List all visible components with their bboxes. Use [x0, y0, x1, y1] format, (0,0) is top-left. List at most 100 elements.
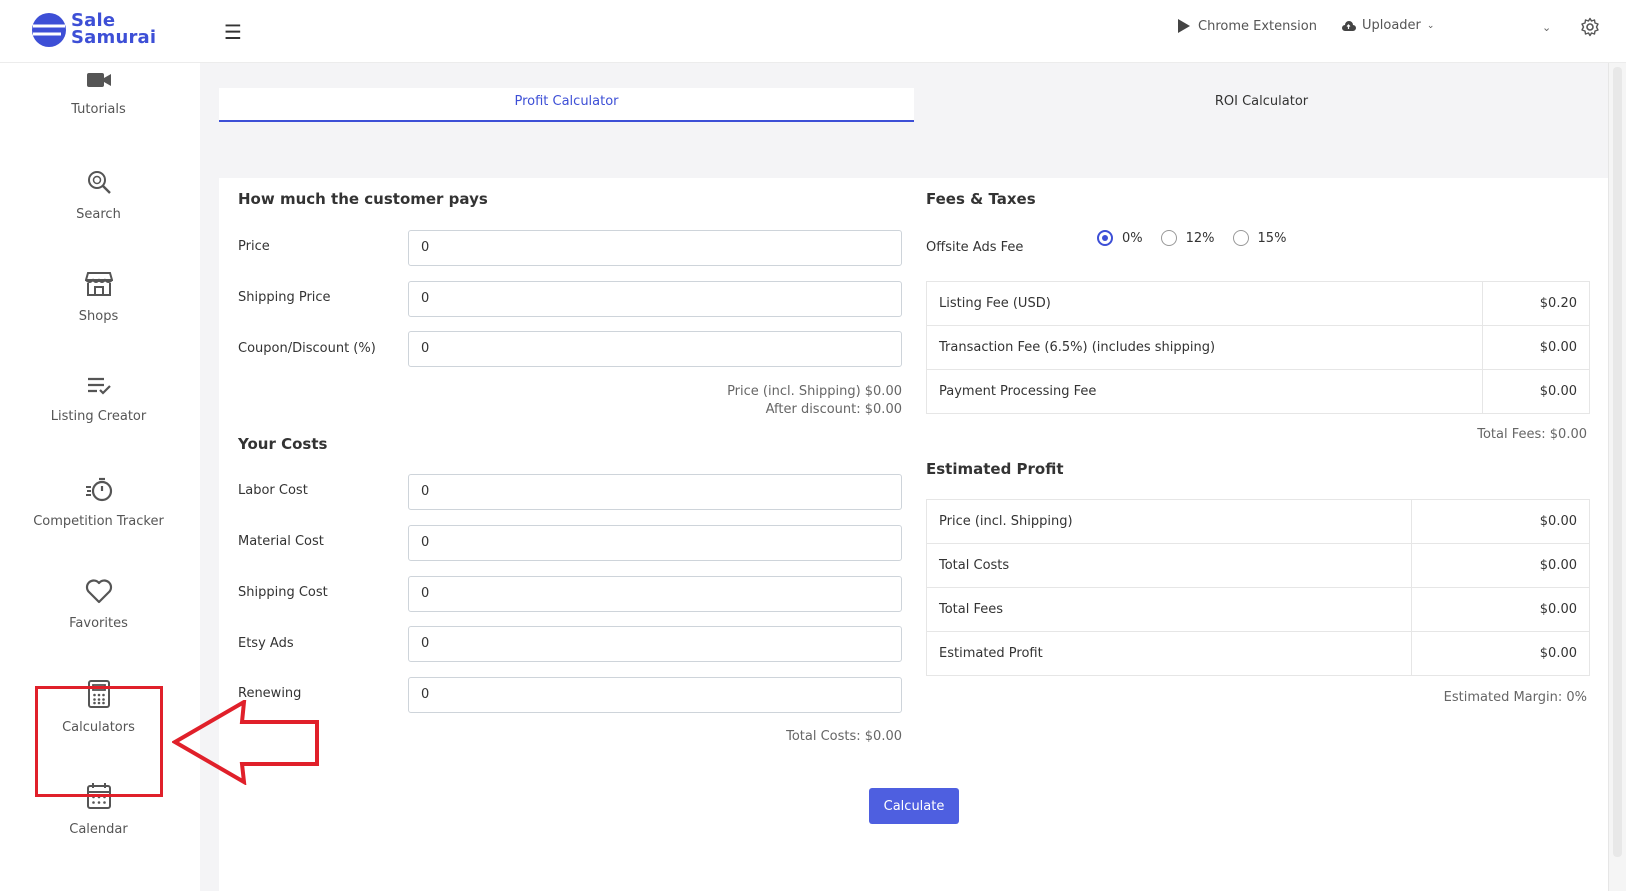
- sidebar-item-label: Calculators: [62, 720, 135, 735]
- uploader-dropdown[interactable]: Uploader ⌄: [1341, 18, 1434, 33]
- sidebar-item-competition-tracker[interactable]: Competition Tracker: [0, 476, 197, 529]
- table-row: Payment Processing Fee $0.00: [926, 369, 1590, 414]
- sidebar-item-listing-creator[interactable]: Listing Creator: [0, 375, 197, 424]
- profit-value: $0.00: [1411, 499, 1590, 544]
- offsite-option-12[interactable]: 12%: [1160, 230, 1215, 246]
- list-check-icon: [87, 377, 111, 395]
- video-camera-icon: [86, 73, 111, 87]
- renewing-label: Renewing: [238, 686, 302, 701]
- profit-label: Total Costs: [926, 543, 1412, 588]
- offsite-ads-fee-options: 0% 12% 15%: [1097, 230, 1304, 246]
- labor-cost-label: Labor Cost: [238, 483, 308, 498]
- vertical-scrollbar[interactable]: [1608, 63, 1626, 891]
- after-discount-summary: After discount: $0.00: [765, 402, 902, 417]
- calculator-icon: [87, 680, 110, 708]
- sidebar: Tutorials Search Shops Listing Creator C…: [0, 63, 207, 891]
- your-costs-title: Your Costs: [238, 435, 328, 453]
- shipping-cost-label: Shipping Cost: [238, 585, 328, 600]
- sidebar-item-shops[interactable]: Shops: [0, 271, 197, 324]
- profit-value: $0.00: [1411, 631, 1590, 676]
- sidebar-divider: [200, 63, 208, 891]
- price-incl-shipping-summary: Price (incl. Shipping) $0.00: [727, 384, 902, 399]
- labor-cost-input[interactable]: 0: [408, 474, 902, 510]
- logo-mark-icon: [32, 13, 66, 47]
- tab-roi-calculator[interactable]: ROI Calculator: [914, 88, 1609, 122]
- price-label: Price: [238, 239, 270, 254]
- etsy-ads-label: Etsy Ads: [238, 636, 294, 651]
- estimated-profit-title: Estimated Profit: [926, 460, 1064, 478]
- radio-label: 15%: [1257, 230, 1287, 246]
- radio-label: 0%: [1122, 230, 1143, 246]
- sidebar-item-label: Search: [76, 207, 121, 222]
- menu-toggle-icon[interactable]: ☰: [224, 20, 242, 44]
- chevron-down-icon: ⌄: [1426, 20, 1435, 31]
- scrollbar-thumb[interactable]: [1613, 67, 1622, 857]
- sidebar-item-label: Competition Tracker: [33, 514, 164, 529]
- profit-table: Price (incl. Shipping) $0.00 Total Costs $…: [926, 499, 1590, 676]
- renewing-input[interactable]: 0: [408, 677, 902, 713]
- radio-0-percent[interactable]: [1097, 230, 1113, 246]
- customer-pays-title: How much the customer pays: [238, 190, 488, 208]
- shipping-price-label: Shipping Price: [238, 290, 331, 305]
- radio-12-percent[interactable]: [1160, 230, 1177, 246]
- fee-label: Listing Fee (USD): [926, 281, 1483, 326]
- calculator-tabs: Profit Calculator ROI Calculator: [219, 88, 1609, 122]
- table-row: Transaction Fee (6.5%) (includes shippin…: [926, 325, 1590, 370]
- shipping-price-input[interactable]: 0: [408, 281, 902, 317]
- sidebar-item-label: Calendar: [69, 822, 128, 837]
- profit-value: $0.00: [1411, 587, 1590, 632]
- table-row: Estimated Profit $0.00: [926, 631, 1590, 676]
- top-header: Sale Samurai ☰ Chrome Extension Uploader…: [0, 0, 1626, 63]
- etsy-ads-input[interactable]: 0: [408, 626, 902, 662]
- material-cost-input[interactable]: 0: [408, 525, 902, 561]
- search-icon: [87, 171, 111, 194]
- sidebar-item-search[interactable]: Search: [0, 169, 197, 222]
- profit-label: Price (incl. Shipping): [926, 499, 1412, 544]
- stopwatch-icon: [85, 477, 112, 502]
- table-row: Total Costs $0.00: [926, 543, 1590, 588]
- calculator-card: How much the customer pays Price 0 Shipp…: [219, 178, 1609, 891]
- tab-profit-calculator[interactable]: Profit Calculator: [219, 88, 914, 122]
- gear-icon[interactable]: [1580, 17, 1600, 41]
- store-icon: [84, 272, 113, 296]
- sale-samurai-logo[interactable]: Sale Samurai: [31, 12, 171, 50]
- cloud-upload-icon: [1342, 20, 1356, 31]
- calendar-icon: [86, 783, 111, 809]
- fee-value: $0.00: [1482, 325, 1590, 370]
- coupon-discount-input[interactable]: 0: [408, 331, 902, 367]
- chrome-extension-link[interactable]: Chrome Extension: [1176, 18, 1317, 34]
- sidebar-item-label: Listing Creator: [50, 409, 147, 424]
- sidebar-item-favorites[interactable]: Favorites: [0, 578, 197, 631]
- offsite-option-0[interactable]: 0%: [1097, 230, 1143, 246]
- fees-table: Listing Fee (USD) $0.20 Transaction Fee (…: [926, 281, 1590, 414]
- sidebar-item-label: Tutorials: [71, 102, 126, 117]
- total-fees-summary: Total Fees: $0.00: [1477, 427, 1587, 442]
- fees-taxes-title: Fees & Taxes: [926, 190, 1036, 208]
- sidebar-item-calendar[interactable]: Calendar: [0, 782, 197, 837]
- sidebar-item-calculators[interactable]: Calculators: [0, 680, 197, 735]
- uploader-label: Uploader: [1362, 18, 1421, 33]
- shipping-cost-input[interactable]: 0: [408, 576, 902, 612]
- total-costs-summary: Total Costs: $0.00: [786, 729, 902, 744]
- fee-label: Payment Processing Fee: [926, 369, 1483, 414]
- fee-label: Transaction Fee (6.5%) (includes shippin…: [926, 325, 1483, 370]
- calculate-button[interactable]: Calculate: [869, 788, 959, 824]
- chrome-extension-label: Chrome Extension: [1198, 18, 1317, 34]
- offsite-option-15[interactable]: 15%: [1232, 230, 1287, 246]
- coupon-discount-label: Coupon/Discount (%): [238, 341, 376, 356]
- heart-icon: [85, 579, 112, 604]
- user-menu-chevron-icon[interactable]: ⌄: [1542, 21, 1551, 34]
- price-input[interactable]: 0: [408, 230, 902, 266]
- offsite-ads-fee-label: Offsite Ads Fee: [926, 240, 1024, 255]
- sidebar-item-tutorials[interactable]: Tutorials: [0, 70, 197, 117]
- sidebar-item-label: Favorites: [69, 616, 128, 631]
- estimated-margin-summary: Estimated Margin: 0%: [1443, 690, 1587, 705]
- fee-value: $0.00: [1482, 369, 1590, 414]
- profit-value: $0.00: [1411, 543, 1590, 588]
- radio-15-percent[interactable]: [1232, 230, 1249, 246]
- logo-text: Sale Samurai: [71, 10, 157, 48]
- profit-label: Total Fees: [926, 587, 1412, 632]
- material-cost-label: Material Cost: [238, 534, 324, 549]
- play-store-icon: [1178, 19, 1190, 33]
- table-row: Listing Fee (USD) $0.20: [926, 281, 1590, 326]
